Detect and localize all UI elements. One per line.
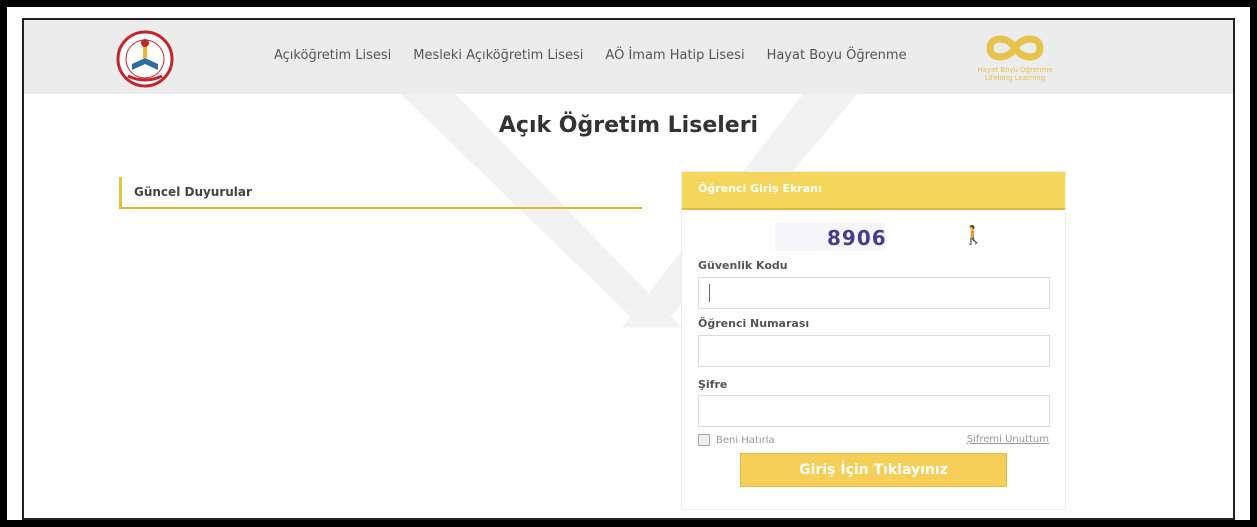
login-panel-title: Öğrenci Giriş Ekranı	[698, 182, 822, 195]
remember-me-label: Beni Hatırla	[716, 434, 775, 446]
text-caret	[709, 284, 710, 302]
remember-me-option[interactable]: Beni Hatırla	[698, 434, 775, 446]
password-label: Şifre	[698, 378, 728, 391]
screenshot-frame: Açıköğretim Lisesi Mesleki Açıköğretim L…	[0, 0, 1257, 527]
password-input[interactable]	[698, 395, 1050, 427]
page-viewport: Açıköğretim Lisesi Mesleki Açıköğretim L…	[22, 18, 1235, 520]
remember-me-checkbox[interactable]	[698, 434, 710, 446]
announcements-header: Güncel Duyurular	[119, 177, 642, 209]
security-code-input[interactable]	[698, 277, 1050, 309]
student-number-label: Öğrenci Numarası	[698, 317, 810, 330]
lifelong-learning-logo[interactable]: Hayat Boyu Öğrenme Lifelong Learning	[960, 28, 1070, 92]
forgot-password-link[interactable]: Şifremi Unuttum	[967, 434, 1049, 445]
login-panel-header: Öğrenci Giriş Ekranı	[682, 172, 1065, 210]
login-submit-button[interactable]: Giriş İçin Tıklayınız	[740, 453, 1007, 487]
nav-ao-imam-hatip-lisesi[interactable]: AÖ İmam Hatip Lisesi	[605, 48, 744, 63]
logo-caption-tr: Hayat Boyu Öğrenme	[977, 66, 1053, 74]
logo-caption-en: Lifelong Learning	[984, 74, 1046, 82]
infinity-logo-icon	[986, 35, 1044, 61]
ministry-logo-icon[interactable]	[116, 30, 174, 88]
announcements-title: Güncel Duyurular	[134, 185, 252, 199]
page-title: Açık Öğretim Liseleri	[498, 113, 759, 138]
captcha-code: 8906	[827, 226, 887, 250]
nav-mesleki-acikogretim-lisesi[interactable]: Mesleki Açıköğretim Lisesi	[413, 48, 583, 63]
nav-hayat-boyu-ogrenme[interactable]: Hayat Boyu Öğrenme	[767, 48, 907, 63]
accessibility-audio-icon[interactable]: 🚶	[962, 225, 984, 246]
top-navigation-bar: Açıköğretim Lisesi Mesleki Açıköğretim L…	[24, 20, 1233, 94]
main-navigation: Açıköğretim Lisesi Mesleki Açıköğretim L…	[274, 48, 907, 63]
nav-acikogretim-lisesi[interactable]: Açıköğretim Lisesi	[274, 48, 391, 63]
captcha-image: 8906	[775, 223, 887, 251]
student-login-panel: Öğrenci Giriş Ekranı 8906 🚶 Güvenlik Kod…	[681, 171, 1066, 510]
student-number-input[interactable]	[698, 335, 1050, 367]
security-code-label: Güvenlik Kodu	[698, 259, 788, 272]
